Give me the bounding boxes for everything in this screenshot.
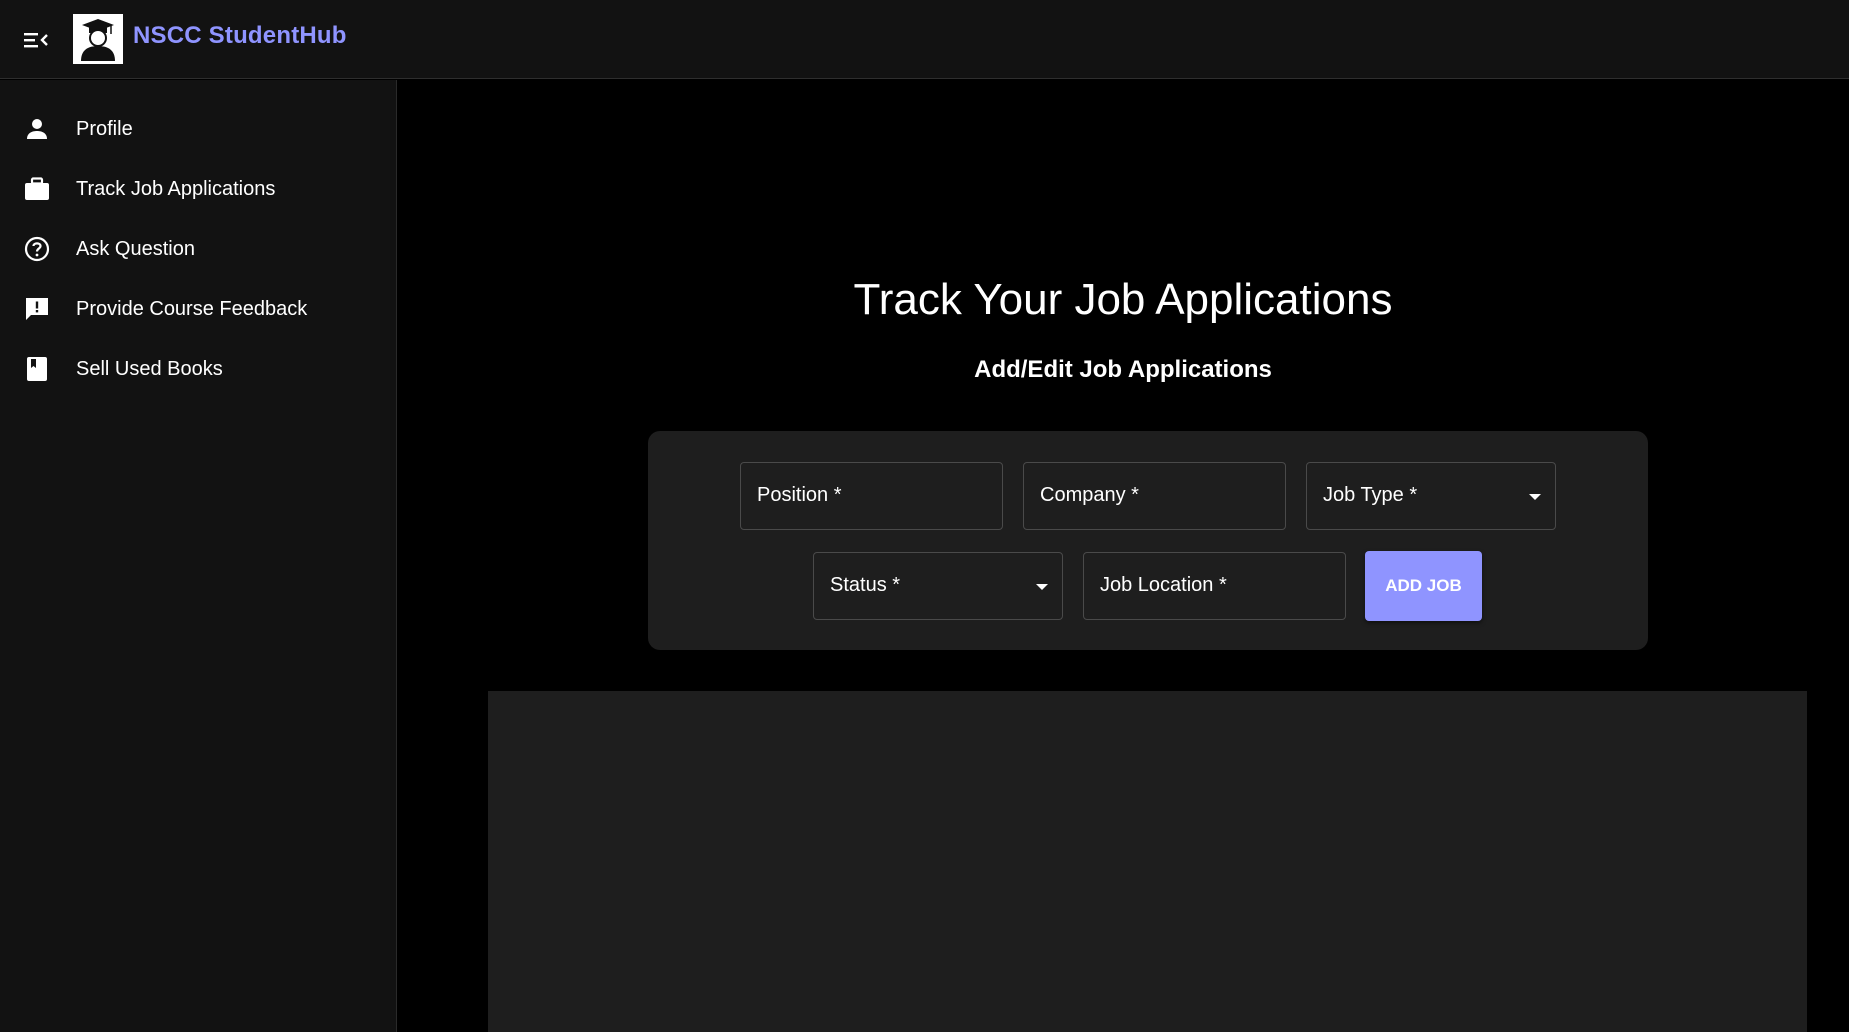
- menu-toggle-button[interactable]: [16, 20, 56, 60]
- status-label: Status *: [830, 574, 901, 596]
- add-job-button[interactable]: ADD JOB: [1365, 551, 1482, 621]
- company-label: Company *: [1040, 484, 1139, 506]
- book-icon: [23, 355, 51, 383]
- brand-title[interactable]: NSCC StudentHub: [133, 22, 347, 50]
- dropdown-arrow-icon: [1036, 584, 1048, 590]
- menu-open-icon: [24, 33, 48, 48]
- graduate-icon: [81, 19, 115, 61]
- person-icon: [23, 115, 51, 143]
- job-applications-table: [488, 691, 1807, 1032]
- sidebar-item-label: Profile: [76, 117, 133, 140]
- sidebar-item-ask-question[interactable]: Ask Question: [0, 221, 396, 277]
- page-subtitle: Add/Edit Job Applications: [974, 356, 1272, 383]
- sidebar-item-sell-used-books[interactable]: Sell Used Books: [0, 341, 396, 397]
- job-type-label: Job Type *: [1323, 484, 1418, 506]
- briefcase-icon: [23, 175, 51, 203]
- page-title: Track Your Job Applications: [853, 275, 1393, 324]
- status-select[interactable]: Status *: [813, 552, 1063, 620]
- sidebar-item-profile[interactable]: Profile: [0, 101, 396, 157]
- app-logo[interactable]: [73, 14, 123, 64]
- app-bar: NSCC StudentHub: [0, 0, 1849, 79]
- help-circle-icon: [23, 235, 51, 263]
- dropdown-arrow-icon: [1529, 494, 1541, 500]
- job-location-field[interactable]: Job Location *: [1083, 552, 1346, 620]
- job-type-select[interactable]: Job Type *: [1306, 462, 1556, 530]
- sidebar-item-label: Sell Used Books: [76, 357, 223, 380]
- sidebar-item-label: Track Job Applications: [76, 177, 276, 200]
- sidebar-item-label: Provide Course Feedback: [76, 297, 308, 320]
- feedback-icon: [23, 295, 51, 323]
- position-field[interactable]: Position *: [740, 462, 1003, 530]
- sidebar-item-label: Ask Question: [76, 237, 195, 260]
- position-label: Position *: [757, 484, 842, 506]
- sidebar-item-track-job-applications[interactable]: Track Job Applications: [0, 161, 396, 217]
- company-field[interactable]: Company *: [1023, 462, 1286, 530]
- sidebar-item-provide-course-feedback[interactable]: Provide Course Feedback: [0, 281, 396, 337]
- sidebar: Profile Track Job Applications Ask Quest…: [0, 80, 397, 1032]
- job-location-label: Job Location *: [1100, 574, 1227, 596]
